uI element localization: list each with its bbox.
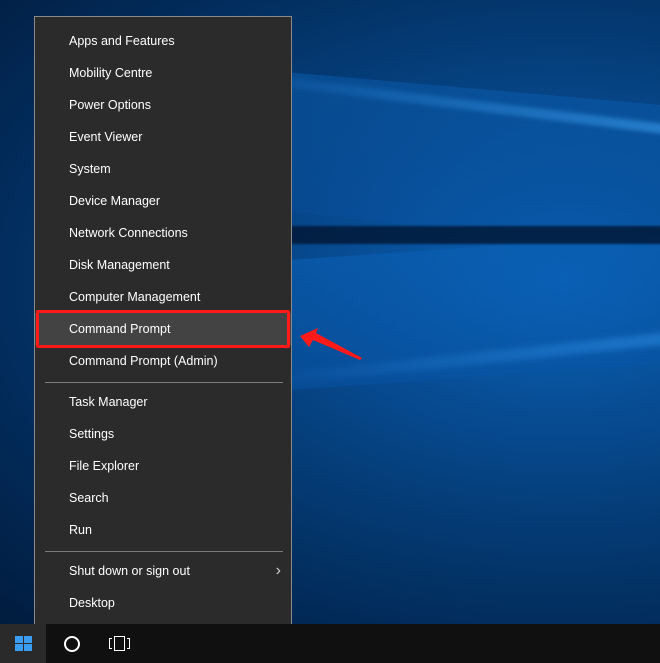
menu-item-power-options[interactable]: Power Options xyxy=(35,89,291,121)
windows-logo-icon xyxy=(15,636,32,652)
menu-separator xyxy=(45,551,283,552)
menu-item-mobility-centre[interactable]: Mobility Centre xyxy=(35,57,291,89)
cortana-circle-icon xyxy=(64,636,80,652)
menu-item-shut-down-or-sign-out[interactable]: Shut down or sign out › xyxy=(35,555,291,587)
menu-item-settings[interactable]: Settings xyxy=(35,418,291,450)
menu-item-computer-management[interactable]: Computer Management xyxy=(35,281,291,313)
task-view-icon xyxy=(114,636,125,651)
menu-item-label: Shut down or sign out xyxy=(69,564,190,578)
taskbar xyxy=(0,624,660,663)
menu-separator xyxy=(45,382,283,383)
start-button[interactable] xyxy=(0,624,46,663)
menu-item-apps-and-features[interactable]: Apps and Features xyxy=(35,25,291,57)
menu-item-device-manager[interactable]: Device Manager xyxy=(35,185,291,217)
menu-item-disk-management[interactable]: Disk Management xyxy=(35,249,291,281)
menu-item-network-connections[interactable]: Network Connections xyxy=(35,217,291,249)
cortana-button[interactable] xyxy=(52,624,90,663)
highlight-annotation-box xyxy=(36,310,290,348)
task-view-icon xyxy=(109,638,112,649)
menu-item-event-viewer[interactable]: Event Viewer xyxy=(35,121,291,153)
wallpaper-dark-bar xyxy=(290,226,660,244)
chevron-right-icon: › xyxy=(275,562,281,579)
menu-item-run[interactable]: Run xyxy=(35,514,291,546)
annotation-arrow-icon xyxy=(300,328,362,360)
menu-item-task-manager[interactable]: Task Manager xyxy=(35,386,291,418)
menu-item-desktop[interactable]: Desktop xyxy=(35,587,291,619)
menu-item-file-explorer[interactable]: File Explorer xyxy=(35,450,291,482)
task-view-icon xyxy=(127,638,130,649)
wallpaper-light-pane xyxy=(290,72,660,248)
menu-item-command-prompt-admin[interactable]: Command Prompt (Admin) xyxy=(35,345,291,377)
task-view-button[interactable] xyxy=(100,624,138,663)
menu-item-system[interactable]: System xyxy=(35,153,291,185)
menu-item-search[interactable]: Search xyxy=(35,482,291,514)
